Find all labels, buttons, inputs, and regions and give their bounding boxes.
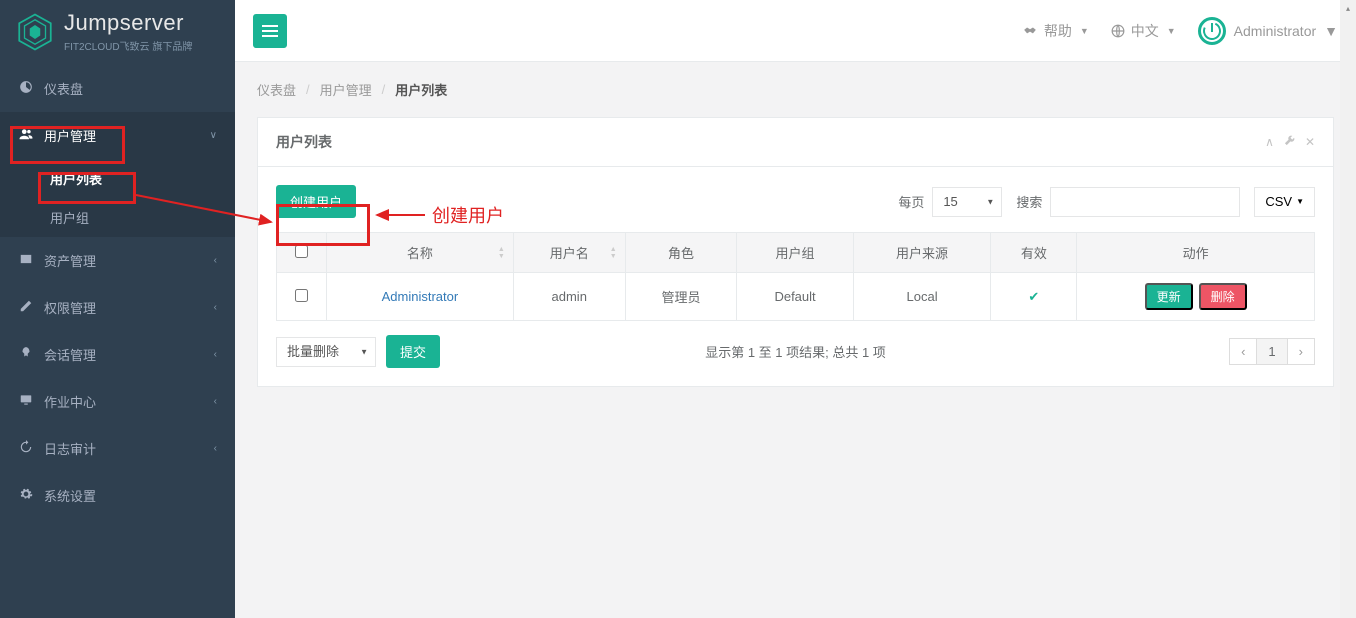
scroll-up-icon[interactable]: ▴ <box>1340 0 1356 16</box>
sidebar-item-logs[interactable]: 日志审计 ‹ <box>0 425 235 472</box>
sidebar-item-dashboard[interactable]: 仪表盘 <box>0 65 235 112</box>
col-valid[interactable]: 有效 <box>991 233 1077 273</box>
search-input[interactable] <box>1050 187 1240 217</box>
per-page-label: 每页 <box>898 192 924 211</box>
create-user-button[interactable]: 创建用户 <box>276 185 356 218</box>
panel: 用户列表 ∧ ✕ 创建用户 每页 <box>257 117 1334 387</box>
sidebar-item-label: 作业中心 <box>44 392 96 411</box>
sidebar-item-label: 系统设置 <box>44 486 96 505</box>
toggle-sidebar-button[interactable] <box>253 14 287 48</box>
user-table: 名称▲▼ 用户名▲▼ 角色 用户组 用户来源 有效 动作 Administra <box>276 232 1315 321</box>
sidebar-item-jobs[interactable]: 作业中心 ‹ <box>0 378 235 425</box>
table-row: Administrator admin 管理员 Default Local ✔ … <box>277 273 1315 321</box>
user-menu[interactable]: Administrator ▼ <box>1198 17 1338 45</box>
cell-username: admin <box>513 273 625 321</box>
chevron-left-icon: ‹ <box>214 396 217 407</box>
chevron-left-icon: ‹ <box>214 302 217 313</box>
scrollbar[interactable]: ▴ <box>1340 0 1356 618</box>
dashboard-icon <box>18 80 34 97</box>
chevron-left-icon: ‹ <box>214 443 217 454</box>
sidebar-item-perm[interactable]: 权限管理 ‹ <box>0 284 235 331</box>
sidebar-item-label: 用户管理 <box>44 126 96 145</box>
language-menu[interactable]: 中文 ▼ <box>1111 21 1176 41</box>
brand-logo-icon <box>14 11 56 53</box>
col-role[interactable]: 角色 <box>625 233 737 273</box>
pagination: ‹ 1 › <box>1230 338 1315 365</box>
help-menu[interactable]: 帮助 ▼ <box>1022 21 1089 41</box>
update-button[interactable]: 更新 <box>1145 283 1193 310</box>
breadcrumb-dashboard[interactable]: 仪表盘 <box>257 80 296 99</box>
sidebar-subitem-user-list[interactable]: 用户列表 <box>0 159 235 198</box>
search-label: 搜索 <box>1016 192 1042 211</box>
desktop-icon <box>18 393 34 410</box>
col-username[interactable]: 用户名▲▼ <box>513 233 625 273</box>
sidebar-item-label: 日志审计 <box>44 439 96 458</box>
topbar: 帮助 ▼ 中文 ▼ Administrator ▼ <box>235 0 1356 62</box>
chevron-left-icon: ‹ <box>214 255 217 266</box>
users-icon <box>18 127 34 144</box>
sidebar-item-settings[interactable]: 系统设置 <box>0 472 235 519</box>
check-icon: ✔ <box>1028 289 1039 304</box>
breadcrumb-user-mgmt[interactable]: 用户管理 <box>320 80 372 99</box>
power-icon <box>1198 17 1226 45</box>
brand-subtitle: FIT2CLOUD飞致云 旗下品牌 <box>64 38 192 53</box>
sidebar-item-label: 权限管理 <box>44 298 96 317</box>
csv-button[interactable]: CSV ▼ <box>1254 187 1315 217</box>
page-prev[interactable]: ‹ <box>1229 338 1257 365</box>
sidebar-item-assets[interactable]: 资产管理 ‹ <box>0 237 235 284</box>
sidebar-item-label: 会话管理 <box>44 345 96 364</box>
edit-icon <box>18 299 34 316</box>
delete-button[interactable]: 删除 <box>1199 283 1247 310</box>
sidebar-item-label: 仪表盘 <box>44 79 83 98</box>
sort-icon: ▲▼ <box>610 246 617 260</box>
sidebar-subitem-user-group[interactable]: 用户组 <box>0 198 235 237</box>
main-content: 帮助 ▼ 中文 ▼ Administrator ▼ 仪表盘 / 用户管理 / <box>235 0 1356 618</box>
col-group[interactable]: 用户组 <box>737 233 853 273</box>
gear-icon <box>18 487 34 504</box>
sidebar: Jumpserver FIT2CLOUD飞致云 旗下品牌 仪表盘 用户管理 ∨ … <box>0 0 235 618</box>
page-next[interactable]: › <box>1287 338 1315 365</box>
sidebar-item-label: 资产管理 <box>44 251 96 270</box>
col-action: 动作 <box>1077 233 1315 273</box>
inbox-icon <box>18 252 34 269</box>
sidebar-item-user-mgmt[interactable]: 用户管理 ∨ <box>0 112 235 159</box>
close-icon[interactable]: ✕ <box>1305 135 1315 149</box>
result-info: 显示第 1 至 1 项结果; 总共 1 项 <box>705 342 886 361</box>
handshake-icon <box>1022 24 1038 38</box>
breadcrumb: 仪表盘 / 用户管理 / 用户列表 <box>235 62 1356 117</box>
caret-down-icon: ▼ <box>1167 26 1176 36</box>
caret-down-icon: ▼ <box>1296 197 1304 206</box>
rocket-icon <box>18 346 34 363</box>
cell-source: Local <box>853 273 991 321</box>
row-checkbox[interactable] <box>295 289 308 302</box>
globe-icon <box>1111 24 1125 38</box>
chevron-left-icon: ‹ <box>214 349 217 360</box>
col-source[interactable]: 用户来源 <box>853 233 991 273</box>
chevron-down-icon: ∨ <box>210 130 217 141</box>
wrench-icon[interactable] <box>1284 135 1295 149</box>
sort-icon: ▲▼ <box>498 246 505 260</box>
brand-title: Jumpserver <box>64 10 192 36</box>
caret-down-icon: ▼ <box>1080 26 1089 36</box>
caret-down-icon: ▼ <box>1324 23 1338 39</box>
sidebar-item-session[interactable]: 会话管理 ‹ <box>0 331 235 378</box>
cell-group: Default <box>737 273 853 321</box>
user-name-link[interactable]: Administrator <box>382 289 459 304</box>
bulk-action-select[interactable]: 批量删除 <box>276 337 376 367</box>
per-page-select[interactable]: 15 <box>932 187 1002 217</box>
col-name[interactable]: 名称▲▼ <box>327 233 514 273</box>
collapse-icon[interactable]: ∧ <box>1265 135 1274 149</box>
cell-role: 管理员 <box>625 273 737 321</box>
page-number[interactable]: 1 <box>1256 338 1287 365</box>
select-all-checkbox[interactable] <box>295 245 308 258</box>
breadcrumb-current: 用户列表 <box>395 80 447 99</box>
brand: Jumpserver FIT2CLOUD飞致云 旗下品牌 <box>0 0 235 65</box>
history-icon <box>18 440 34 457</box>
submit-button[interactable]: 提交 <box>386 335 440 368</box>
panel-title: 用户列表 <box>276 132 332 152</box>
